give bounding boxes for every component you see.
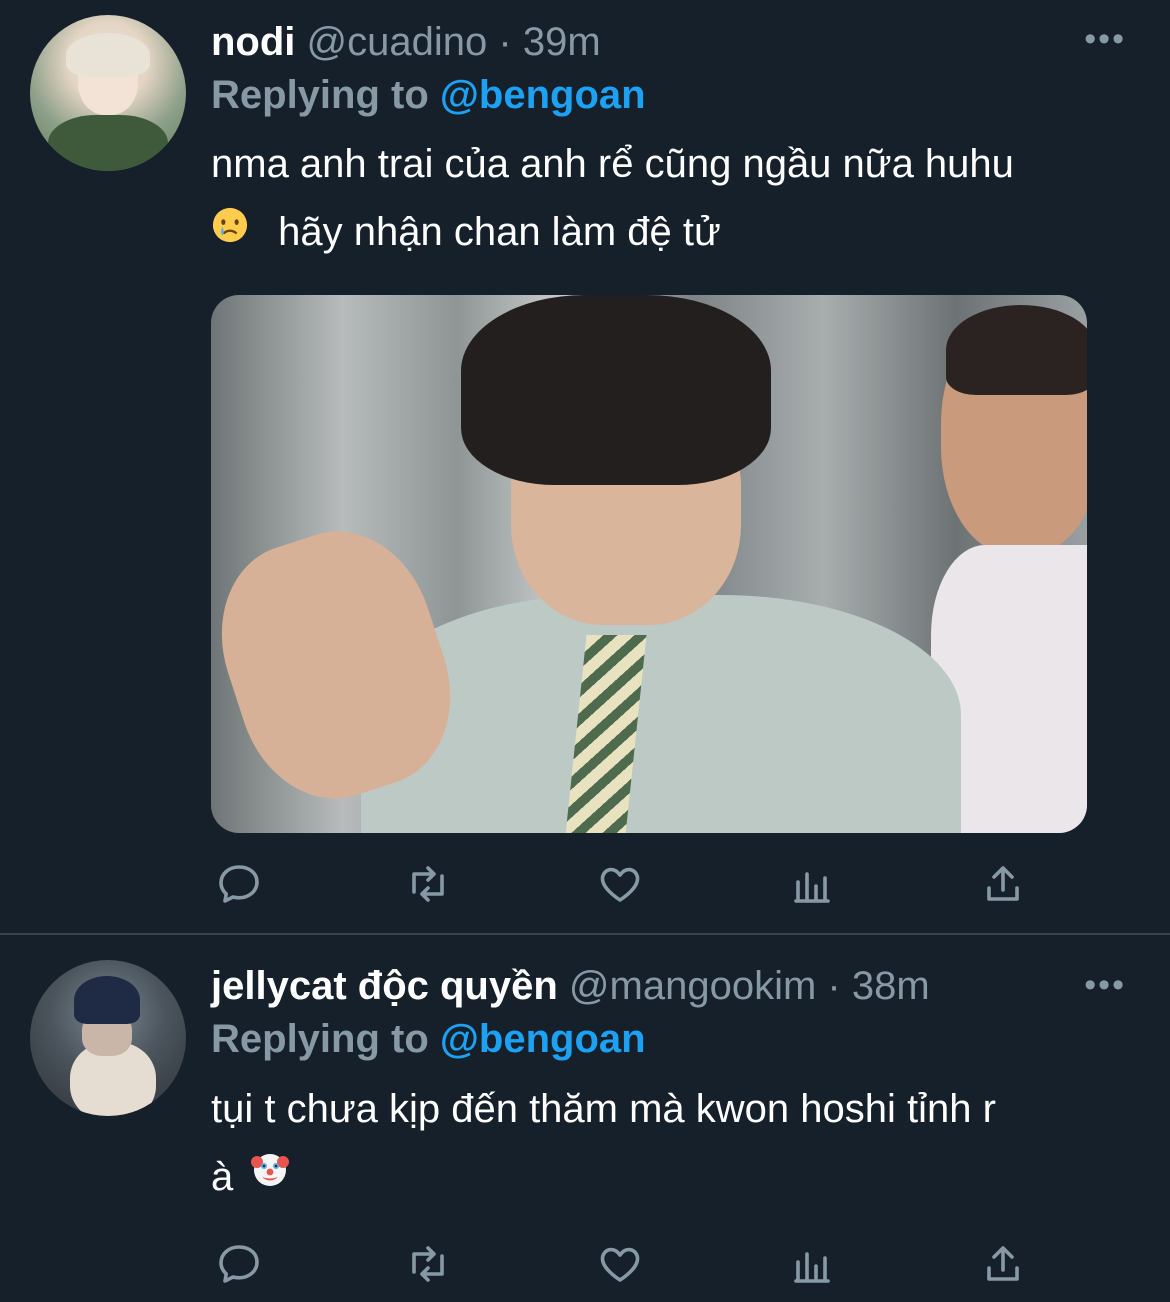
tweet-actions <box>211 1240 1051 1290</box>
image-hair <box>461 295 771 485</box>
like-icon[interactable] <box>596 1240 646 1290</box>
share-icon[interactable] <box>979 1240 1029 1290</box>
retweet-icon[interactable] <box>404 860 454 910</box>
mention-link[interactable]: @bengoan <box>440 73 646 117</box>
tweet-text-line: hãy nhận chan làm đệ tử <box>278 210 721 254</box>
replying-to-line: Replying to @bengoan <box>211 70 646 120</box>
replying-to-label: Replying to <box>211 73 429 117</box>
retweet-icon[interactable] <box>404 1240 454 1290</box>
display-name[interactable]: nodi <box>211 20 295 64</box>
reply-icon[interactable] <box>215 860 265 910</box>
more-options-icon[interactable]: ••• <box>1084 966 1126 1005</box>
avatar-beanie <box>74 976 140 1024</box>
reply-icon[interactable] <box>215 1240 265 1290</box>
analytics-icon[interactable] <box>788 860 838 910</box>
replying-to-label: Replying to <box>211 1017 429 1061</box>
like-icon[interactable] <box>596 860 646 910</box>
avatar[interactable] <box>30 15 186 171</box>
display-name[interactable]: jellycat độc quyền <box>211 964 558 1008</box>
separator-dot: · <box>827 964 841 1008</box>
image-suit <box>361 595 961 833</box>
image-person-background-hair <box>946 305 1087 395</box>
avatar-body <box>48 115 168 171</box>
analytics-icon[interactable] <box>788 1240 838 1290</box>
tweet-divider <box>0 933 1170 935</box>
separator-dot: · <box>498 20 512 64</box>
avatar[interactable] <box>30 960 186 1116</box>
clown-face-icon <box>250 1142 290 1210</box>
tweet-text-line: tụi t chưa kịp đến thăm mà kwon hoshi tỉ… <box>211 1087 996 1131</box>
tweet-text-line: nma anh trai của anh rể cũng ngầu nữa hu… <box>211 142 1014 186</box>
share-icon[interactable] <box>979 860 1029 910</box>
tweet-text: nma anh trai của anh rể cũng ngầu nữa hu… <box>211 130 1131 266</box>
more-options-icon[interactable]: ••• <box>1084 20 1126 59</box>
tweet-header: jellycat độc quyền @mangookim · 38m <box>211 961 930 1011</box>
replying-to-line: Replying to @bengoan <box>211 1014 646 1064</box>
timestamp[interactable]: 39m <box>523 20 601 64</box>
tweet-actions <box>211 860 1051 910</box>
tweet-image[interactable] <box>211 295 1087 833</box>
crying-face-icon <box>211 197 249 265</box>
user-handle[interactable]: @cuadino <box>307 20 488 64</box>
timestamp[interactable]: 38m <box>852 964 930 1008</box>
tweet-text: tụi t chưa kịp đến thăm mà kwon hoshi tỉ… <box>211 1075 1131 1211</box>
avatar-hair <box>66 33 150 77</box>
tweet-header: nodi @cuadino · 39m <box>211 17 601 67</box>
user-handle[interactable]: @mangookim <box>569 964 816 1008</box>
mention-link[interactable]: @bengoan <box>440 1017 646 1061</box>
tweet-text-line: à <box>211 1155 234 1199</box>
